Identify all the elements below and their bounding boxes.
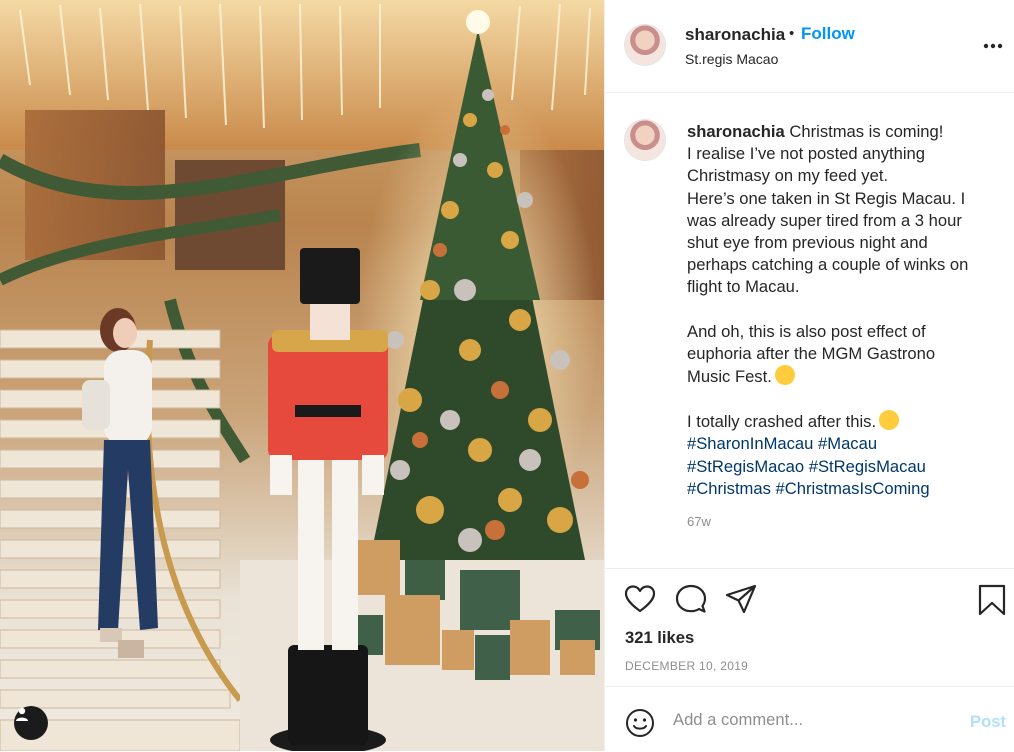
post-photo[interactable] bbox=[0, 0, 604, 751]
caption-line: And oh, this is also post effect of bbox=[687, 321, 926, 341]
heart-icon[interactable] bbox=[624, 584, 656, 614]
caption-line: euphoria after the MGM Gastrono bbox=[687, 343, 936, 363]
user-icon bbox=[16, 707, 28, 721]
post-header: sharonachia • Follow St.regis Macao bbox=[605, 0, 1014, 93]
post-comment-button[interactable]: Post bbox=[970, 712, 1006, 732]
share-icon[interactable] bbox=[725, 584, 757, 614]
caption-line: Here’s one taken in St Regis Macau. I bbox=[687, 188, 966, 208]
hashtag-link[interactable]: #StRegisMacau bbox=[809, 457, 926, 476]
post-actions: 321 likes DECEMBER 10, 2019 bbox=[605, 568, 1014, 686]
follow-button[interactable]: Follow bbox=[801, 24, 855, 44]
avatar[interactable] bbox=[625, 25, 665, 65]
comment-input[interactable] bbox=[673, 707, 943, 733]
caption-timestamp[interactable]: 67w bbox=[687, 514, 711, 529]
hashtag-link[interactable]: #StRegisMacao bbox=[687, 457, 804, 476]
comment-bar: Post bbox=[605, 686, 1014, 752]
caption-line: flight to Macau. bbox=[687, 277, 800, 297]
hashtag-line: #Christmas #ChristmasIsComing bbox=[687, 478, 997, 500]
caption-line: Christmasy on my feed yet. bbox=[687, 166, 889, 186]
caption-gap bbox=[687, 299, 997, 321]
hashtag-link[interactable]: #Macau bbox=[818, 434, 877, 453]
tagged-users-button[interactable] bbox=[14, 706, 48, 740]
hashtag-link[interactable]: #Christmas bbox=[687, 479, 771, 498]
caption-line: sharonachia Christmas is coming! bbox=[687, 121, 997, 143]
caption-line: perhaps catching a couple of winks on bbox=[687, 255, 969, 275]
caption-text: Music Fest. bbox=[687, 367, 772, 387]
smile-icon[interactable] bbox=[625, 708, 655, 738]
caption-text: I totally crashed after this. bbox=[687, 412, 877, 432]
bookmark-icon[interactable] bbox=[978, 584, 1006, 616]
more-options-icon[interactable] bbox=[983, 34, 1003, 58]
post-date: DECEMBER 10, 2019 bbox=[625, 659, 749, 673]
caption-username[interactable]: sharonachia bbox=[687, 122, 785, 141]
post-details-panel: sharonachia • Follow St.regis Macao shar… bbox=[604, 0, 1014, 751]
hugging-face-emoji-icon bbox=[774, 365, 795, 386]
instagram-post-view: sharonachia • Follow St.regis Macao shar… bbox=[0, 0, 1014, 751]
hashtag-link[interactable]: #ChristmasIsComing bbox=[776, 479, 930, 498]
caption-line: I realise I’ve not posted anything bbox=[687, 144, 925, 164]
hashtag-line: #SharonInMacau #Macau bbox=[687, 433, 997, 455]
tired-face-emoji-icon bbox=[879, 410, 900, 431]
caption-line: shut eye from previous night and bbox=[687, 233, 928, 253]
post-caption: sharonachia Christmas is coming! I reali… bbox=[687, 121, 997, 500]
caption-gap bbox=[687, 388, 997, 410]
author-username[interactable]: sharonachia bbox=[685, 25, 785, 45]
comment-icon[interactable] bbox=[675, 584, 707, 614]
caption-avatar[interactable] bbox=[625, 120, 665, 160]
likes-count[interactable]: 321 likes bbox=[625, 628, 694, 648]
caption-line: Music Fest. bbox=[687, 365, 997, 388]
hashtag-link[interactable]: #SharonInMacau bbox=[687, 434, 813, 453]
separator-dot: • bbox=[789, 25, 795, 42]
caption-line: I totally crashed after this. bbox=[687, 410, 997, 433]
photo-scene bbox=[0, 0, 604, 751]
hashtag-line: #StRegisMacao #StRegisMacau bbox=[687, 456, 997, 478]
caption-line: was already super tired from a 3 hour bbox=[687, 210, 962, 230]
location-link[interactable]: St.regis Macao bbox=[685, 51, 778, 67]
caption-text: Christmas is coming! bbox=[789, 122, 944, 141]
